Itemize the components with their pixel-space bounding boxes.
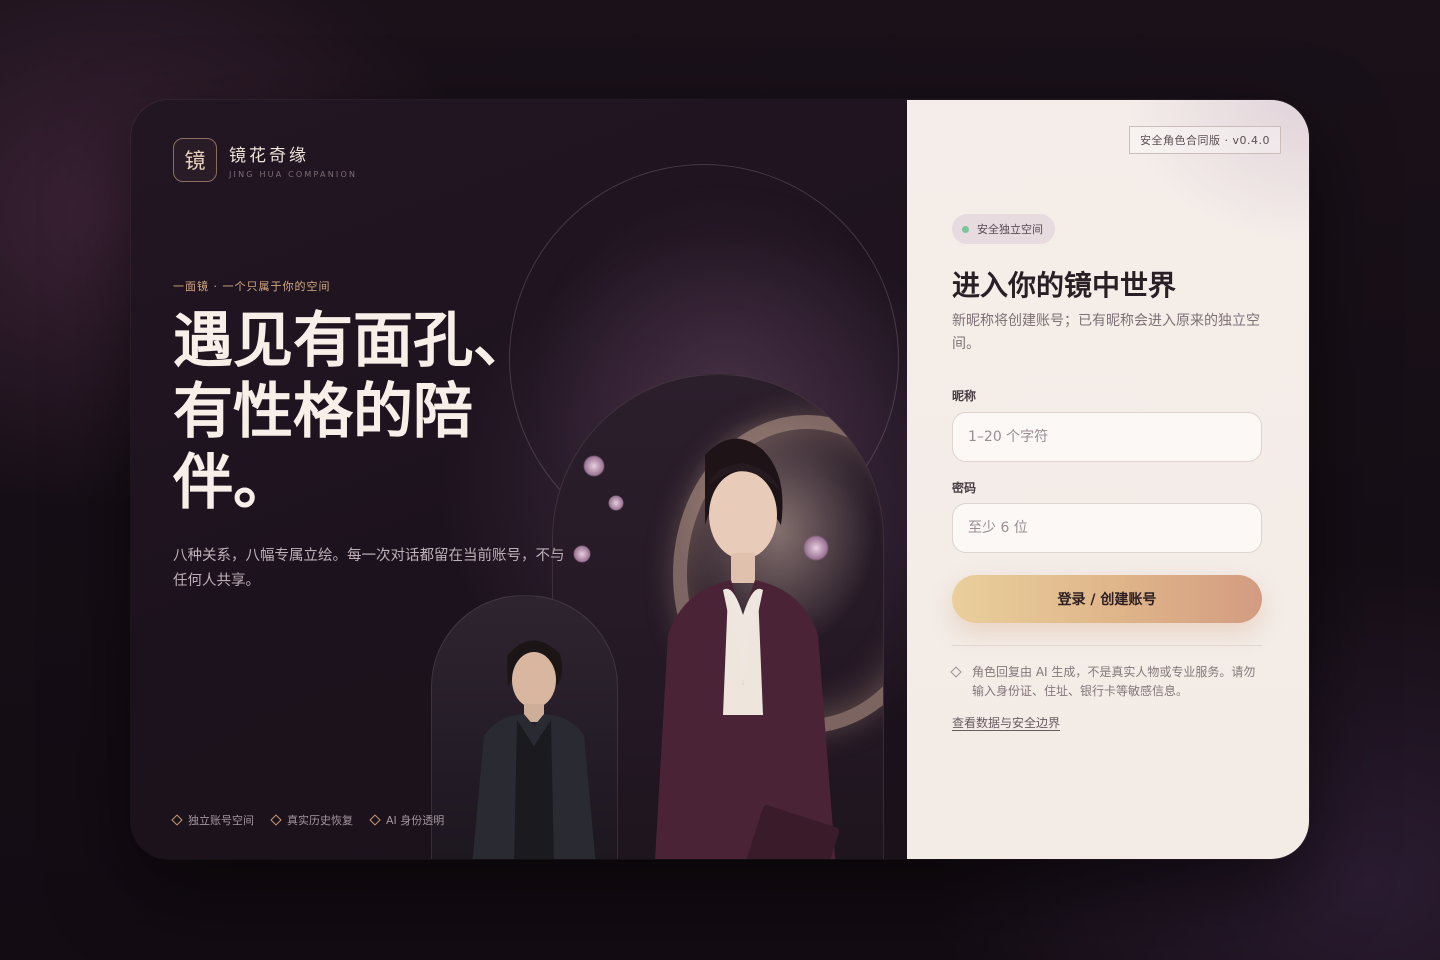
brand-logo: 镜 (173, 138, 217, 182)
hero-description: 八种关系，八幅专属立绘。每一次对话都留在当前账号，不与任何人共享。 (173, 548, 565, 589)
brand-name: 镜花奇缘 (229, 146, 309, 166)
data-safety-link[interactable]: 查看数据与安全边界 (952, 714, 1060, 731)
brand: 镜 镜花奇缘 JING HUA COMPANION (173, 138, 357, 182)
brand-text: 镜花奇缘 JING HUA COMPANION (229, 141, 357, 179)
nickname-input[interactable] (952, 412, 1262, 462)
feature-item: 真实历史恢复 (270, 812, 353, 828)
divider (952, 645, 1262, 646)
blossom-decoration (583, 455, 605, 477)
password-input[interactable] (952, 503, 1262, 553)
panel-description: 新昵称将创建账号；已有昵称会进入原来的独立空间。 (952, 313, 1260, 352)
version-tag: 安全角色合同版 · v0.4.0 (1129, 126, 1281, 154)
panel-title: 进入你的镜中世界 (952, 269, 1177, 302)
diamond-icon (950, 666, 962, 678)
diamond-icon (171, 814, 183, 826)
blossom-decoration (573, 545, 591, 563)
man-figure (472, 640, 596, 859)
feature-label: 真实历史恢复 (287, 814, 353, 827)
feature-item: AI 身份透明 (369, 812, 445, 828)
woman-figure (655, 438, 840, 859)
login-panel: 安全角色合同版 · v0.4.0 安全独立空间 进入你的镜中世界 新昵称将创建账… (907, 100, 1309, 859)
login-card: 镜 镜花奇缘 JING HUA COMPANION 一面镜 · 一个只属于你的空… (131, 100, 1309, 859)
ai-notice: 角色回复由 AI 生成，不是真实人物或专业服务。请勿输入身份证、住址、银行卡等敏… (950, 663, 1262, 701)
status-dot-icon (962, 225, 969, 233)
hero-eyebrow: 一面镜 · 一个只属于你的空间 (173, 280, 331, 293)
password-label: 密码 (952, 481, 977, 495)
hero-headline: 遇见有面孔、有性格的陪伴。 (173, 306, 533, 518)
status-badge: 安全独立空间 (952, 214, 1055, 244)
feature-item: 独立账号空间 (171, 812, 254, 828)
brand-subtitle: JING HUA COMPANION (229, 170, 358, 179)
feature-label: AI 身份透明 (386, 814, 445, 827)
companion-portrait-male (431, 595, 618, 859)
diamond-icon (369, 814, 381, 826)
login-create-button[interactable]: 登录 / 创建账号 (952, 575, 1262, 623)
feature-list: 独立账号空间 真实历史恢复 AI 身份透明 (171, 812, 445, 828)
status-badge-label: 安全独立空间 (977, 223, 1043, 236)
nickname-label: 昵称 (952, 389, 977, 403)
hero-panel: 镜 镜花奇缘 JING HUA COMPANION 一面镜 · 一个只属于你的空… (131, 100, 907, 859)
feature-label: 独立账号空间 (188, 814, 254, 827)
ai-notice-text: 角色回复由 AI 生成，不是真实人物或专业服务。请勿输入身份证、住址、银行卡等敏… (972, 665, 1256, 698)
diamond-icon (270, 814, 282, 826)
